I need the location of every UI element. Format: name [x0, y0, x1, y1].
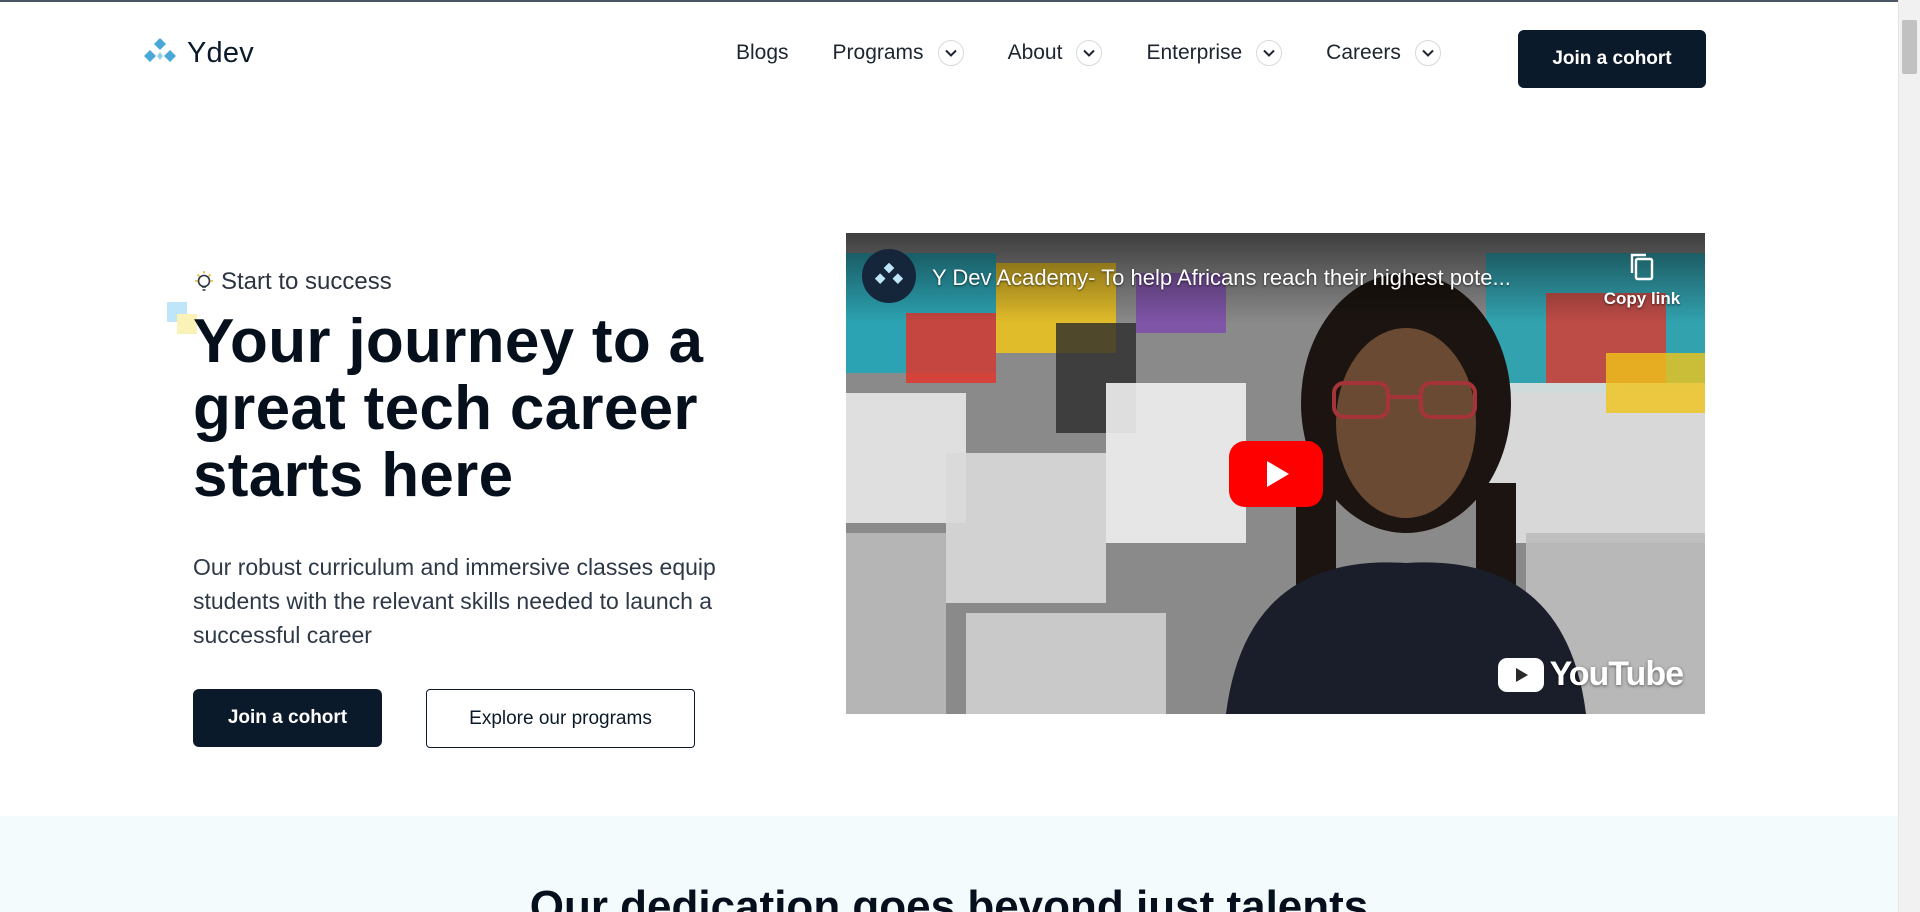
nav-item-label: About	[1007, 41, 1063, 64]
ydev-logo-icon	[874, 262, 904, 284]
hero-description: Our robust curriculum and immersive clas…	[193, 554, 716, 648]
youtube-icon	[1497, 657, 1544, 692]
chevron-down-icon[interactable]	[1256, 40, 1283, 66]
copy-icon	[1630, 253, 1654, 281]
nav-item-label: Blogs	[736, 41, 789, 64]
scrollbar-thumb[interactable]	[1902, 20, 1917, 74]
chevron-down-icon[interactable]	[1076, 40, 1103, 66]
join-cohort-button[interactable]: Join a cohort	[193, 689, 388, 753]
dedication-section: Our dedication goes beyond just talents	[0, 816, 1898, 912]
hero-eyebrow-text: Start to success	[221, 268, 392, 295]
page-scrollbar[interactable]	[1898, 0, 1920, 912]
chevron-down-icon[interactable]	[937, 40, 964, 66]
nav-item-careers[interactable]: Careers	[1326, 40, 1441, 66]
brand-name: Ydev	[187, 36, 254, 69]
section-title: Our dedication goes beyond just talents	[529, 882, 1369, 912]
copy-link-label: Copy link	[1603, 289, 1681, 308]
nav-item-label: Careers	[1326, 41, 1401, 64]
copy-link-button[interactable]: Copy link	[1597, 251, 1687, 309]
hero-eyebrow: Start to success	[193, 268, 392, 296]
ydev-logo-icon	[144, 38, 176, 62]
nav-item-label: Programs	[832, 41, 924, 64]
explore-programs-button[interactable]: Explore our programs	[426, 689, 695, 748]
lightbulb-icon	[195, 271, 213, 291]
site-header: Ydev Blogs Programs About Enterprise Car…	[0, 0, 1898, 110]
youtube-wordmark: YouTube	[1549, 655, 1684, 693]
nav-item-enterprise[interactable]: Enterprise	[1146, 40, 1283, 66]
nav-item-about[interactable]: About	[1008, 40, 1103, 66]
join-cohort-nav-button[interactable]: Join a cohort	[1518, 30, 1712, 94]
video-title[interactable]: Y Dev Academy- To help Africans reach th…	[932, 265, 1511, 291]
brand-logo[interactable]: Ydev	[143, 36, 254, 70]
play-icon[interactable]	[1229, 441, 1323, 507]
main-nav: Blogs Programs About Enterprise Careers	[736, 40, 1485, 66]
hero-title: Your journey to a great tech career star…	[193, 307, 704, 510]
youtube-video-embed[interactable]: Y Dev Academy- To help Africans reach th…	[846, 233, 1705, 714]
youtube-logo[interactable]: YouTube	[1497, 655, 1684, 694]
nav-item-programs[interactable]: Programs	[833, 40, 964, 66]
nav-item-label: Enterprise	[1146, 41, 1243, 64]
chevron-down-icon[interactable]	[1414, 40, 1441, 66]
nav-item-blogs[interactable]: Blogs	[736, 41, 789, 65]
channel-avatar[interactable]	[862, 249, 916, 303]
